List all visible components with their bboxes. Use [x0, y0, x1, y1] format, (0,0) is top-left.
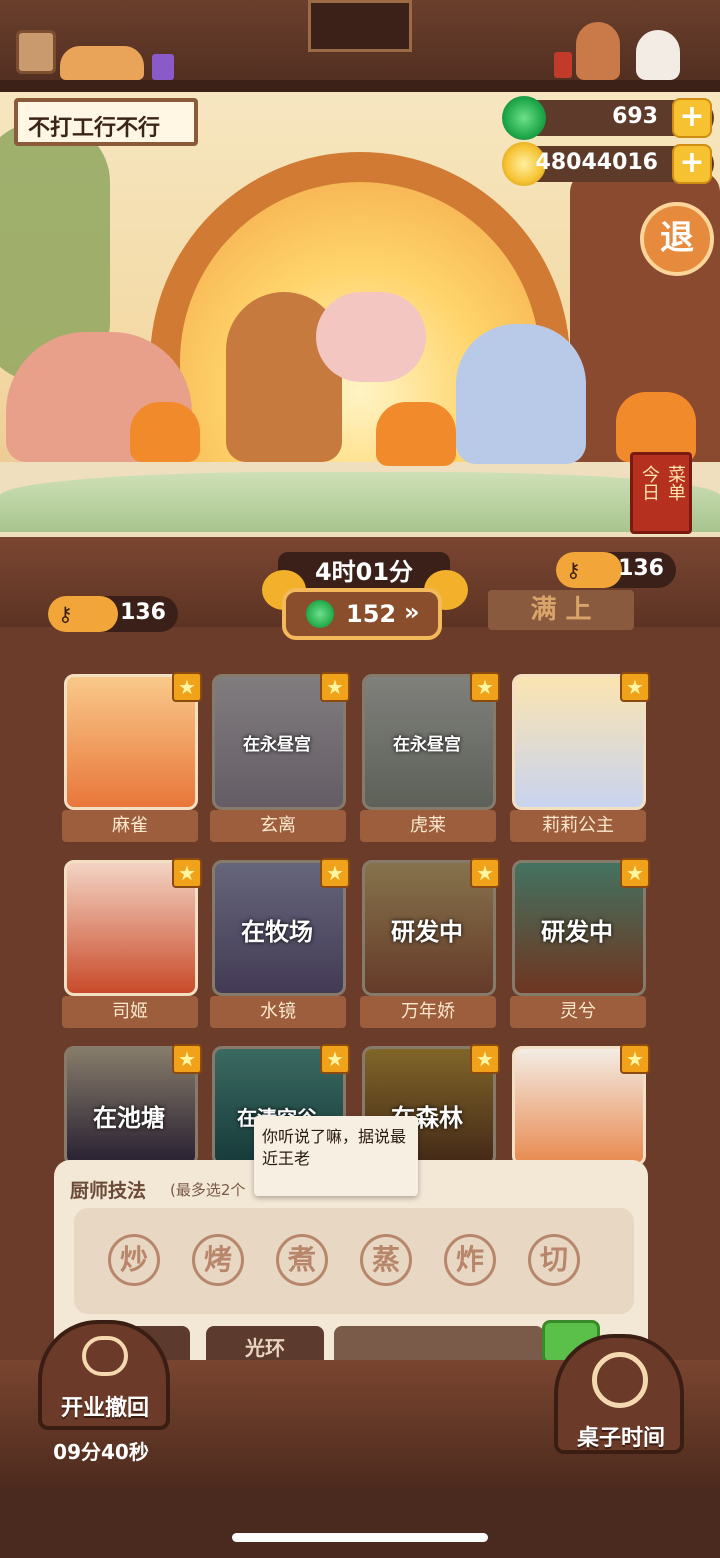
- left-key-count: 136: [120, 600, 166, 625]
- star-icon: ★: [172, 1044, 202, 1074]
- skill-boil-button[interactable]: 煮: [276, 1234, 328, 1286]
- skill-steam-button[interactable]: 蒸: [360, 1234, 412, 1286]
- star-icon: ★: [470, 672, 500, 702]
- chef-name: 灵兮: [510, 996, 646, 1028]
- chef-name: 司姬: [62, 996, 198, 1028]
- skill-cut-button[interactable]: 切: [528, 1234, 580, 1286]
- quit-button[interactable]: 退: [640, 202, 714, 276]
- star-icon: ★: [172, 672, 202, 702]
- system-bar: [0, 1490, 720, 1558]
- recall-label: 开业撤回: [60, 1396, 149, 1421]
- skills-title: 厨师技法: [70, 1180, 147, 1202]
- jade-balance: 693 +: [502, 96, 714, 140]
- add-jade-button[interactable]: +: [672, 98, 712, 138]
- jade-small-icon: [306, 600, 334, 628]
- chef-card[interactable]: ★ 🔥🔥🔥🔥🔥 满 麻雀: [62, 672, 202, 844]
- chef-name: 麻雀: [62, 810, 198, 842]
- cat-decoration-icon: [60, 46, 144, 80]
- chef-name: 莉莉公主: [510, 810, 646, 842]
- skill-deep-fry-button[interactable]: 炸: [444, 1234, 496, 1286]
- chef-name: 玄离: [210, 810, 346, 842]
- chef-name: 万年娇: [360, 996, 496, 1028]
- chef-status: 在永昼宫: [393, 735, 461, 755]
- boy-figure-icon: [576, 22, 620, 80]
- blossom-tree: [316, 292, 426, 382]
- add-coin-button[interactable]: +: [672, 144, 712, 184]
- star-icon: ★: [320, 858, 350, 888]
- shelf-picture-icon: [16, 30, 56, 74]
- tooltip-text: 你听说了嘛，据说最近王老: [262, 1127, 407, 1168]
- chef-card[interactable]: 研发中 ★ 🔥🔥🔥🔥 满 灵兮: [510, 858, 650, 1030]
- chef-card[interactable]: 在永昼宫 ★ 🔥🔥🔥🔥 满 虎莱: [360, 672, 500, 844]
- key-icon: ⚷: [58, 602, 73, 626]
- star-icon: ★: [320, 1044, 350, 1074]
- star-icon: ★: [620, 858, 650, 888]
- white-cat-figure-icon: [636, 30, 680, 80]
- purple-jar-icon: [152, 54, 174, 80]
- undo-arrow-icon: [82, 1336, 128, 1376]
- chef-card[interactable]: ★ 🔥🔥🔥🔥 满 莉莉公主: [510, 672, 650, 844]
- skill-selector: 炒 烤 煮 蒸 炸 切: [74, 1208, 634, 1314]
- right-key-counter: ⚷ 136: [556, 552, 676, 588]
- coin-amount: 48044016: [535, 150, 658, 175]
- speed-up-button[interactable]: 152 »: [282, 588, 442, 640]
- todays-menu-sign[interactable]: 今日 菜单: [630, 452, 692, 534]
- chef-name: 水镜: [210, 996, 346, 1028]
- key-icon: ⚷: [566, 558, 581, 582]
- home-indicator[interactable]: [232, 1533, 488, 1542]
- red-jar-icon: [554, 52, 572, 78]
- left-key-counter: ⚷ 136: [48, 596, 178, 632]
- right-key-count: 136: [618, 556, 664, 581]
- star-icon: ★: [620, 672, 650, 702]
- fast-forward-icon: »: [404, 598, 420, 626]
- speed-up-cost: 152: [346, 600, 397, 628]
- star-icon: ★: [320, 672, 350, 702]
- clock-icon: [592, 1352, 648, 1408]
- jade-icon: [502, 96, 546, 140]
- jade-amount: 693: [612, 104, 658, 129]
- menu-sign-right: 菜单: [665, 465, 686, 501]
- chat-tooltip: 你听说了嘛，据说最近王老: [254, 1116, 418, 1196]
- star-icon: ★: [470, 1044, 500, 1074]
- orange-pot-2: [376, 402, 456, 466]
- chef-status: 研发中: [391, 918, 463, 946]
- chef-status: 研发中: [541, 918, 613, 946]
- owner-portrait-icon[interactable]: [308, 0, 412, 52]
- shop-name-plate[interactable]: 不打工行不行: [14, 98, 198, 146]
- recall-timer: 09分40秒: [53, 1440, 149, 1464]
- table-time-button[interactable]: 桌子时间: [554, 1334, 684, 1454]
- opening-recall-button[interactable]: 开业撤回: [38, 1320, 170, 1430]
- silver-hair-chef[interactable]: [456, 324, 586, 464]
- chef-status: 在池塘: [93, 1104, 165, 1132]
- chef-name: 虎莱: [360, 810, 496, 842]
- shop-name: 不打工行不行: [28, 116, 161, 141]
- star-icon: ★: [470, 858, 500, 888]
- star-icon: ★: [172, 858, 202, 888]
- table-time-label: 桌子时间: [576, 1426, 665, 1451]
- counter-hills: [0, 472, 720, 532]
- coin-balance: 48044016 +: [502, 142, 714, 186]
- skills-subtitle: (最多选2个: [170, 1181, 246, 1199]
- chef-card[interactable]: ★ 🔥🔥🔥🔥 满 司姬: [62, 858, 202, 1030]
- star-icon: ★: [620, 1044, 650, 1074]
- orange-pot-1: [130, 402, 200, 462]
- chef-status: 在永昼宫: [243, 735, 311, 755]
- chef-card[interactable]: ★: [510, 1044, 650, 1166]
- skill-roast-button[interactable]: 烤: [192, 1234, 244, 1286]
- skill-stir-fry-button[interactable]: 炒: [108, 1234, 160, 1286]
- menu-sign-left: 今日: [639, 465, 660, 501]
- chef-card[interactable]: 在永昼宫 ★ 🔥🔥🔥🔥🔥 满 玄离: [210, 672, 350, 844]
- chef-card[interactable]: 在牧场 ★ 🔥🔥🔥🔥 满 水镜: [210, 858, 350, 1030]
- chef-status: 在牧场: [241, 918, 313, 946]
- chef-card[interactable]: 在池塘 ★: [62, 1044, 202, 1166]
- fill-up-button[interactable]: 满 上: [488, 590, 634, 630]
- chef-card[interactable]: 研发中 ★ 🔥🔥🔥🔥 满 万年娇: [360, 858, 500, 1030]
